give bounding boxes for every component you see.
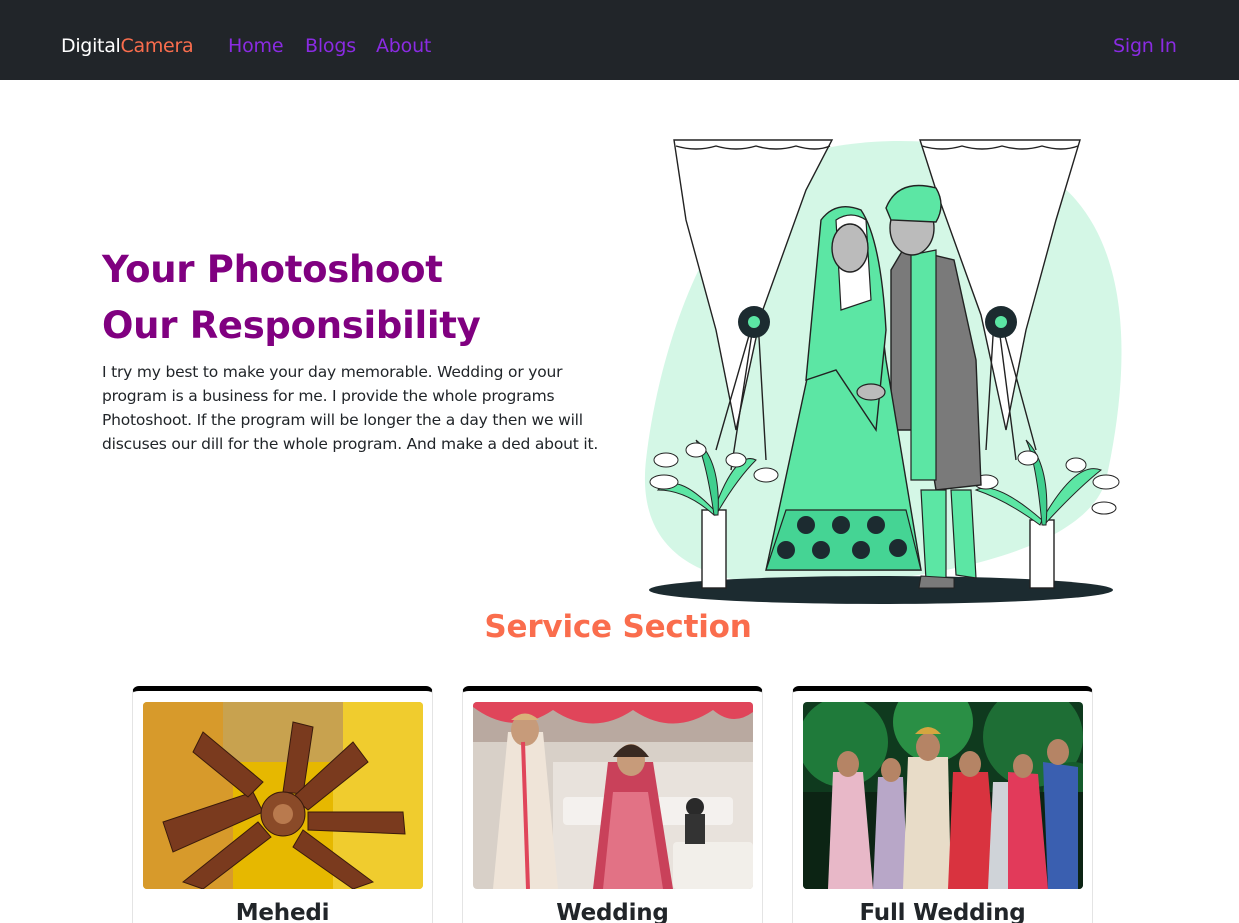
brand-camera: Camera xyxy=(120,35,194,57)
nav-about-link[interactable]: About xyxy=(376,35,431,57)
card-title-mehedi: Mehedi xyxy=(235,900,330,923)
card-title-full-wedding: Full Wedding xyxy=(859,900,1026,923)
brand-logo[interactable]: DigitalCamera xyxy=(61,35,194,57)
hero-description: I try my best to make your day memorable… xyxy=(102,363,599,453)
service-card-wedding[interactable]: Wedding xyxy=(462,686,763,923)
full-wedding-photo xyxy=(803,702,1083,889)
mehedi-photo xyxy=(143,702,423,889)
nav-home-link[interactable]: Home xyxy=(228,35,284,57)
hero-title-line1: Your Photoshoot xyxy=(102,248,443,291)
sign-in-link[interactable]: Sign In xyxy=(1113,35,1177,57)
card-title-wedding: Wedding xyxy=(556,900,669,923)
service-section-title: Service Section xyxy=(484,609,752,645)
navbar: DigitalCamera Home Blogs About Sign In xyxy=(0,0,1239,80)
service-card-mehedi[interactable]: Mehedi xyxy=(132,686,433,923)
brand-digital: Digital xyxy=(61,35,121,57)
hero-title-line2: Our Responsibility xyxy=(102,304,481,347)
wedding-photo xyxy=(473,702,753,889)
nav-blogs-link[interactable]: Blogs xyxy=(305,35,356,57)
wedding-couple-illustration xyxy=(644,139,1122,604)
service-card-full-wedding[interactable]: Full Wedding xyxy=(792,686,1093,923)
